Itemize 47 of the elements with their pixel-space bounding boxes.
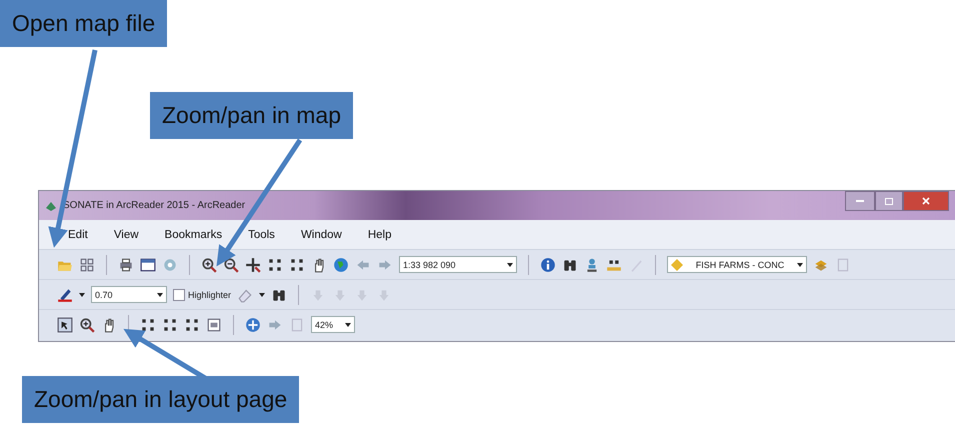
scale-dropdown[interactable]: 1:33 982 090	[399, 256, 517, 273]
crosshair-icon[interactable]	[245, 256, 261, 272]
close-button[interactable]	[903, 191, 949, 211]
menu-item[interactable]: Window	[300, 228, 342, 240]
layer-dropdown[interactable]: FISH FARMS - CONC	[667, 256, 807, 273]
menu-item[interactable]: Help	[368, 228, 392, 240]
info-icon[interactable]	[540, 256, 556, 272]
close-icon	[922, 197, 930, 205]
app-icon	[45, 200, 57, 212]
caret-icon	[796, 262, 803, 266]
minimize-icon	[856, 200, 864, 202]
zoom-dropdown[interactable]: 42%	[311, 316, 355, 333]
minimize-button[interactable]	[845, 191, 875, 211]
select-icon[interactable]	[57, 316, 73, 332]
navigate-icon[interactable]	[245, 316, 261, 332]
dots-icon[interactable]	[140, 316, 156, 332]
menu-item[interactable]: View	[114, 228, 139, 240]
callout: Open map file	[0, 0, 168, 47]
page-icon[interactable]	[206, 316, 222, 332]
caret-icon	[157, 292, 163, 296]
callout: Zoom/pan in layout page	[22, 376, 300, 423]
grid-icon[interactable]	[79, 256, 95, 272]
printer-icon[interactable]	[118, 256, 134, 272]
caret-icon	[79, 292, 85, 296]
zoom-out-icon[interactable]	[223, 256, 239, 272]
menu-item[interactable]: Edit	[68, 228, 88, 240]
pen-icon[interactable]	[57, 286, 73, 302]
callout: Zoom/pan in map	[150, 92, 353, 139]
caret-icon	[345, 322, 351, 326]
dots-icon[interactable]	[289, 256, 305, 272]
diamond-icon	[671, 258, 683, 270]
menu-item[interactable]: Tools	[248, 228, 275, 240]
dots-icon[interactable]	[267, 256, 283, 272]
maximize-icon	[885, 198, 893, 204]
dots-icon[interactable]	[184, 316, 200, 332]
line-width-dropdown[interactable]: 0.70	[91, 286, 167, 303]
zoom-in-icon[interactable]	[201, 256, 217, 272]
zoom-in-icon[interactable]	[79, 316, 95, 332]
window-icon[interactable]	[140, 256, 156, 272]
globe-icon[interactable]	[333, 256, 349, 272]
checkbox-label: Highlighter	[188, 290, 232, 300]
caret-icon	[259, 292, 266, 296]
maximize-button[interactable]	[875, 191, 903, 211]
dots-icon[interactable]	[162, 316, 178, 332]
menu-item[interactable]: Bookmarks	[164, 228, 222, 240]
highlighter-checkbox[interactable]	[173, 288, 185, 300]
caret-icon	[507, 262, 513, 266]
